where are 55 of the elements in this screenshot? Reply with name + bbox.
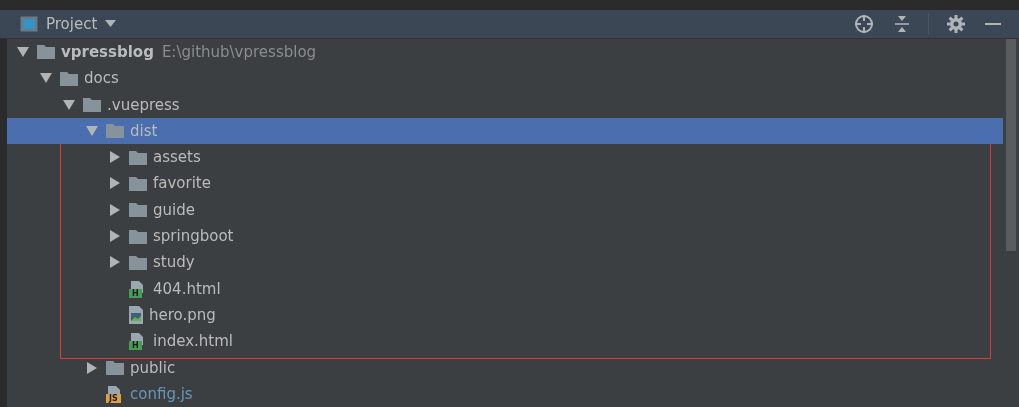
item-name: dist xyxy=(130,121,158,140)
tree-row[interactable]: favorite xyxy=(7,170,1003,197)
tree-row[interactable]: vpressblog E:\github\vpressblog xyxy=(7,38,1003,66)
folder-icon xyxy=(37,44,55,60)
item-name: guide xyxy=(153,200,195,219)
collapsed-arrow-icon[interactable] xyxy=(109,230,121,243)
collapsed-arrow-icon[interactable] xyxy=(109,256,121,269)
item-name: hero.png xyxy=(149,305,216,324)
item-name: assets xyxy=(153,148,201,167)
item-name: favorite xyxy=(153,174,211,193)
folder-icon xyxy=(106,360,124,376)
tree-row[interactable]: H 404.html xyxy=(7,275,1003,302)
item-name: study xyxy=(153,253,195,272)
folder-icon xyxy=(129,254,147,270)
collapsed-arrow-icon[interactable] xyxy=(109,203,121,216)
scrollbar-thumb[interactable] xyxy=(1006,38,1016,251)
collapsed-arrow-icon[interactable] xyxy=(86,361,98,374)
item-name: public xyxy=(130,358,176,377)
expanded-arrow-icon[interactable] xyxy=(17,46,29,58)
item-name: springboot xyxy=(153,227,234,246)
tree-row[interactable]: public xyxy=(7,354,1003,381)
tree-row[interactable]: H index.html xyxy=(7,328,1003,355)
folder-icon xyxy=(129,175,147,191)
item-name: vpressblog xyxy=(61,43,154,61)
folder-icon xyxy=(129,228,147,244)
tree-row[interactable]: study xyxy=(7,249,1003,276)
settings-button[interactable] xyxy=(947,14,965,33)
item-name: 404.html xyxy=(153,279,221,298)
dropdown-caret-icon[interactable] xyxy=(105,20,117,28)
folder-icon xyxy=(129,149,147,165)
collapse-all-button[interactable] xyxy=(894,14,910,33)
item-name: docs xyxy=(84,69,119,88)
window-icon xyxy=(20,15,38,32)
expanded-arrow-icon[interactable] xyxy=(40,72,52,85)
item-name: config.js xyxy=(130,384,193,403)
collapsed-arrow-icon[interactable] xyxy=(109,151,121,164)
folder-icon xyxy=(60,70,78,86)
tree-row[interactable]: docs xyxy=(7,65,1003,92)
image-file-icon xyxy=(129,305,143,324)
folder-icon xyxy=(83,97,101,113)
project-path: E:\github\vpressblog xyxy=(161,43,317,61)
tree-row[interactable]: springboot xyxy=(7,222,1003,250)
tree-row[interactable]: JS config.js xyxy=(7,380,1003,407)
locate-button[interactable] xyxy=(854,13,874,34)
expanded-arrow-icon[interactable] xyxy=(63,98,75,111)
panel-title: Project xyxy=(46,14,98,33)
tree-row[interactable]: .vuepress xyxy=(7,91,1003,118)
tree-row[interactable]: guide xyxy=(7,196,1003,223)
item-name: .vuepress xyxy=(107,95,180,114)
folder-icon xyxy=(106,123,124,139)
tree-row[interactable]: hero.png xyxy=(7,301,1003,329)
tree-row[interactable]: assets xyxy=(7,144,1003,171)
collapsed-arrow-icon[interactable] xyxy=(109,177,121,190)
folder-icon xyxy=(129,202,147,218)
item-name: index.html xyxy=(153,332,233,351)
